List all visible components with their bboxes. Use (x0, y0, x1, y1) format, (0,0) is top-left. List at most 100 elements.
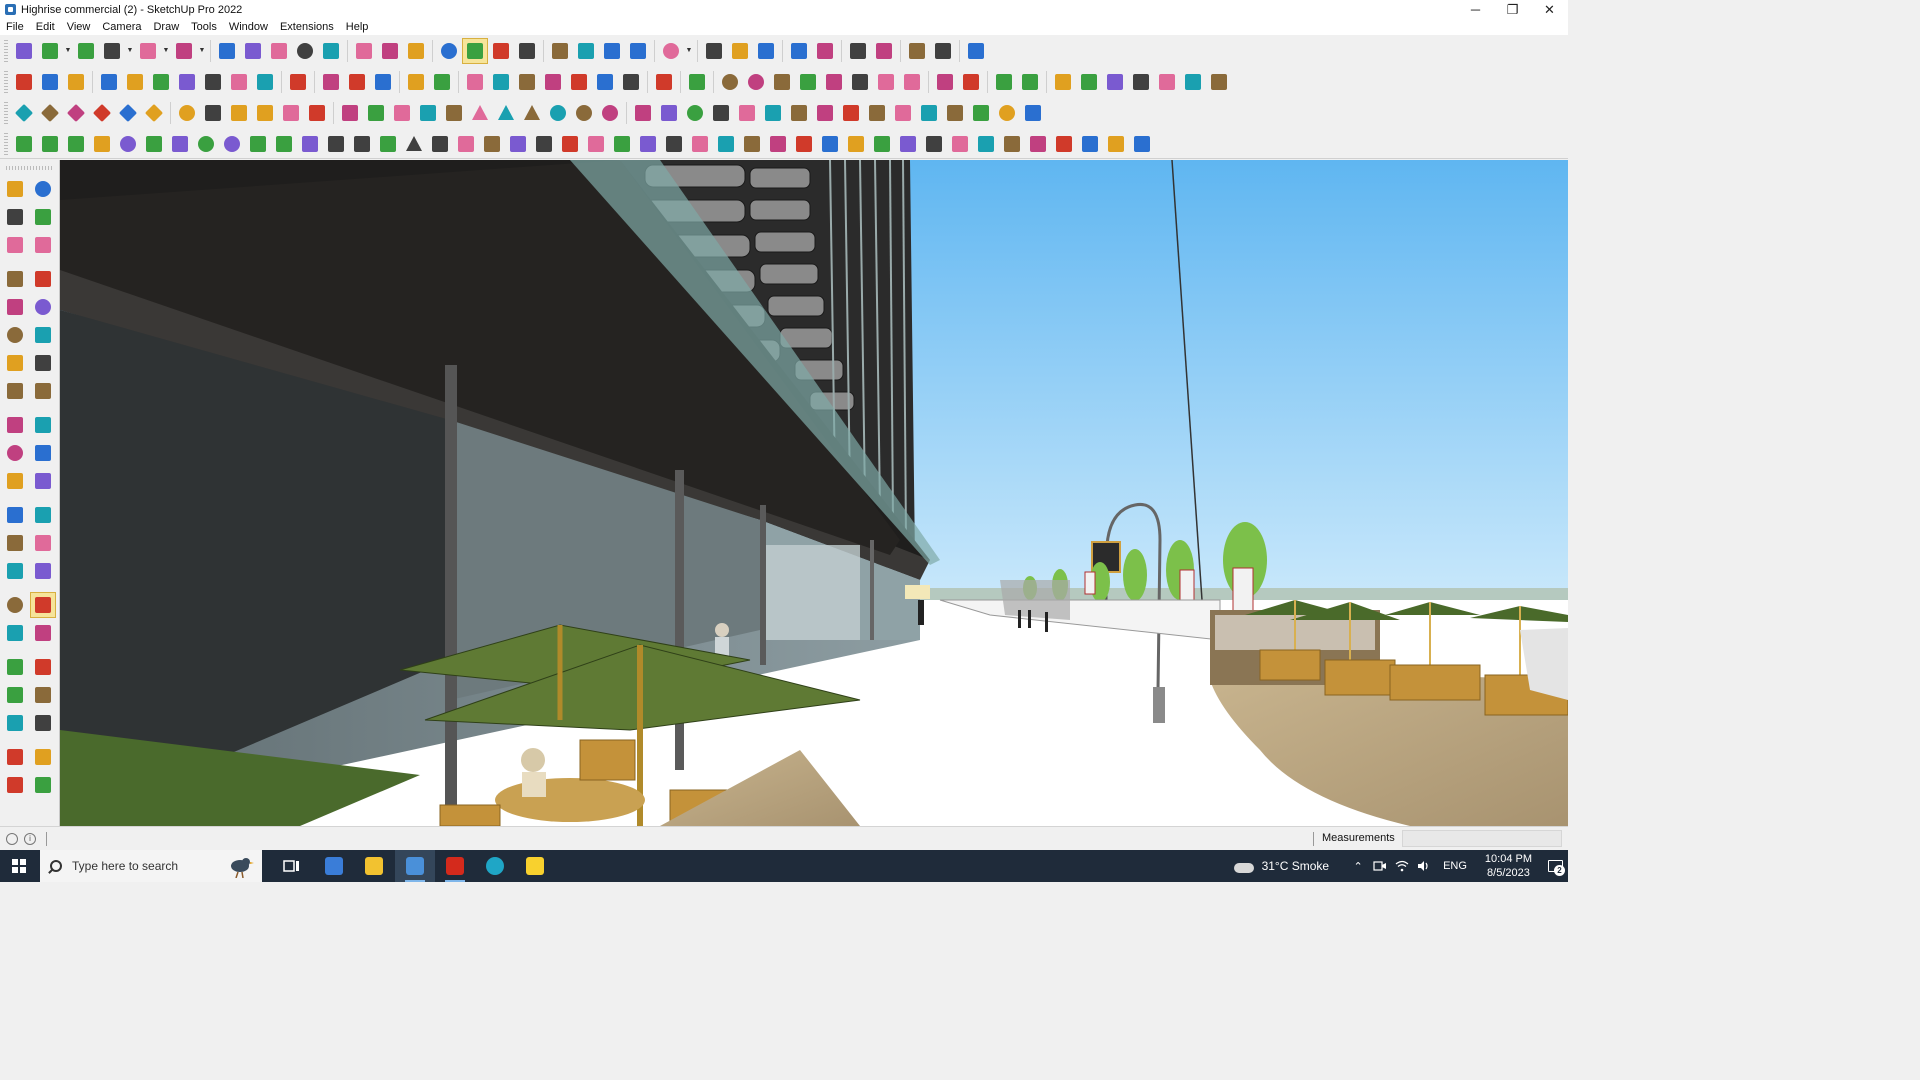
pie-tool-button[interactable] (2, 378, 28, 404)
meet-now-icon[interactable] (1369, 850, 1391, 882)
wood-tool-button[interactable] (278, 100, 304, 126)
curve-tool-button[interactable] (349, 131, 375, 157)
curve-tool-button[interactable] (37, 131, 63, 157)
dropdown-arrow-icon[interactable]: ▼ (684, 38, 694, 64)
sphere-tool-button[interactable] (219, 131, 245, 157)
toolbar-grip[interactable] (4, 70, 8, 93)
face-tool-button[interactable] (429, 69, 455, 95)
solid-tool-button[interactable] (37, 100, 63, 126)
dimension-tool-button[interactable] (30, 502, 56, 528)
lasso-tool-button[interactable] (135, 38, 161, 64)
ellipse-tool-button[interactable] (795, 69, 821, 95)
text-tool-button[interactable] (30, 530, 56, 556)
fence-tool-button[interactable] (635, 131, 661, 157)
weather-widget[interactable]: 31°C Smoke (1233, 859, 1329, 873)
sphere-tool-button[interactable] (193, 131, 219, 157)
solid-tool-button[interactable] (141, 100, 167, 126)
shape-tool-button[interactable] (1128, 69, 1154, 95)
taskbar-file-explorer[interactable] (354, 850, 394, 882)
polygon-tool-button[interactable] (769, 69, 795, 95)
dropdown-arrow-icon[interactable]: ▼ (125, 38, 135, 64)
menu-edit[interactable]: Edit (30, 19, 61, 35)
section-plane-tool-button[interactable] (318, 69, 344, 95)
shape-tool-button[interactable] (1206, 69, 1232, 95)
offset-tool-button[interactable] (30, 468, 56, 494)
gear-tool-button[interactable] (115, 131, 141, 157)
taskbar-acrobat[interactable] (435, 850, 475, 882)
leaf-tool-button[interactable] (531, 131, 557, 157)
stair-tool-button[interactable] (401, 131, 427, 157)
cross-tool-button[interactable] (441, 100, 467, 126)
cone-tool-button[interactable] (493, 100, 519, 126)
pencil-tool-button[interactable] (30, 232, 56, 258)
shape-tool-button[interactable] (1102, 69, 1128, 95)
line-tool-button[interactable] (297, 131, 323, 157)
position-camera-tool-button[interactable] (2, 682, 28, 708)
spiral-tool-button[interactable] (571, 100, 597, 126)
tags-tool-button[interactable] (599, 38, 625, 64)
circle-tool-button[interactable] (717, 69, 743, 95)
taskbar-sticky-notes[interactable] (515, 850, 555, 882)
menu-help[interactable]: Help (340, 19, 375, 35)
components-tool-button[interactable] (2, 744, 28, 770)
fence-tool-button[interactable] (973, 131, 999, 157)
push-pull-tool-button[interactable] (174, 69, 200, 95)
lasso-tool-button[interactable] (958, 69, 984, 95)
axis-tool-button[interactable] (630, 100, 656, 126)
leaf-tool-button[interactable] (651, 69, 677, 95)
toolbar-grip[interactable] (4, 132, 8, 155)
language-indicator[interactable]: ENG (1443, 860, 1467, 872)
zoom-window-tool-button[interactable] (30, 620, 56, 646)
house-tool-button[interactable] (566, 69, 592, 95)
fence-tool-button[interactable] (1103, 131, 1129, 157)
shape-tool-button[interactable] (141, 131, 167, 157)
walk-tool-button[interactable] (2, 710, 28, 736)
cone-tool-button[interactable] (467, 100, 493, 126)
eraser-tool-button[interactable] (30, 204, 56, 230)
pan-tool-button[interactable] (30, 592, 56, 618)
fence-tool-button[interactable] (895, 131, 921, 157)
rectangle-tool-button[interactable] (2, 294, 28, 320)
sketchup-app-icon[interactable] (5, 4, 16, 15)
x-tool-button[interactable] (968, 100, 994, 126)
shape-tool-button[interactable] (1129, 131, 1155, 157)
freehand-tool-button[interactable] (30, 266, 56, 292)
close-button[interactable]: ✕ (1531, 0, 1568, 19)
cross-tool-button[interactable] (389, 100, 415, 126)
cross-tool-button[interactable] (415, 100, 441, 126)
undo-tool-button[interactable] (904, 38, 930, 64)
circle-tool-button[interactable] (2, 322, 28, 348)
styles-tool-button[interactable] (625, 38, 651, 64)
protractor-tool-button[interactable] (2, 530, 28, 556)
wave-tool-button[interactable] (245, 131, 271, 157)
grid-tool-button[interactable] (1020, 100, 1046, 126)
leaf-tool-button[interactable] (505, 131, 531, 157)
extension-tool-button[interactable] (727, 38, 753, 64)
tape-measure-tool-button[interactable] (2, 502, 28, 528)
dimension-tool-button[interactable] (845, 38, 871, 64)
section-tool-button[interactable] (753, 38, 779, 64)
taskbar-calculator[interactable] (314, 850, 354, 882)
minimize-button[interactable]: ─ (1457, 0, 1494, 19)
pan-tool-button[interactable] (462, 37, 488, 64)
menu-camera[interactable]: Camera (96, 19, 147, 35)
push-pull-tool-button[interactable] (226, 69, 252, 95)
stack-tool-button[interactable] (708, 100, 734, 126)
pencil-tool-button[interactable] (99, 38, 125, 64)
notification-center-button[interactable]: 2 (1542, 850, 1568, 882)
push-pull-tool-button[interactable] (122, 69, 148, 95)
stack-tool-button[interactable] (838, 100, 864, 126)
box-tool-button[interactable] (37, 69, 63, 95)
fence-tool-button[interactable] (947, 131, 973, 157)
fence-tool-button[interactable] (661, 131, 687, 157)
scale-tool-button[interactable] (2, 468, 28, 494)
fence-tool-button[interactable] (999, 131, 1025, 157)
show-hidden-icons-button[interactable]: ⌃ (1347, 850, 1369, 882)
solid-tool-button[interactable] (89, 100, 115, 126)
fence-tool-button[interactable] (687, 131, 713, 157)
3d-text-tool-button[interactable] (871, 38, 897, 64)
styles-tool-button[interactable] (30, 772, 56, 798)
cut-tool-button[interactable] (89, 131, 115, 157)
text-tool-button[interactable] (377, 38, 403, 64)
toolbar-grip[interactable] (4, 39, 8, 62)
